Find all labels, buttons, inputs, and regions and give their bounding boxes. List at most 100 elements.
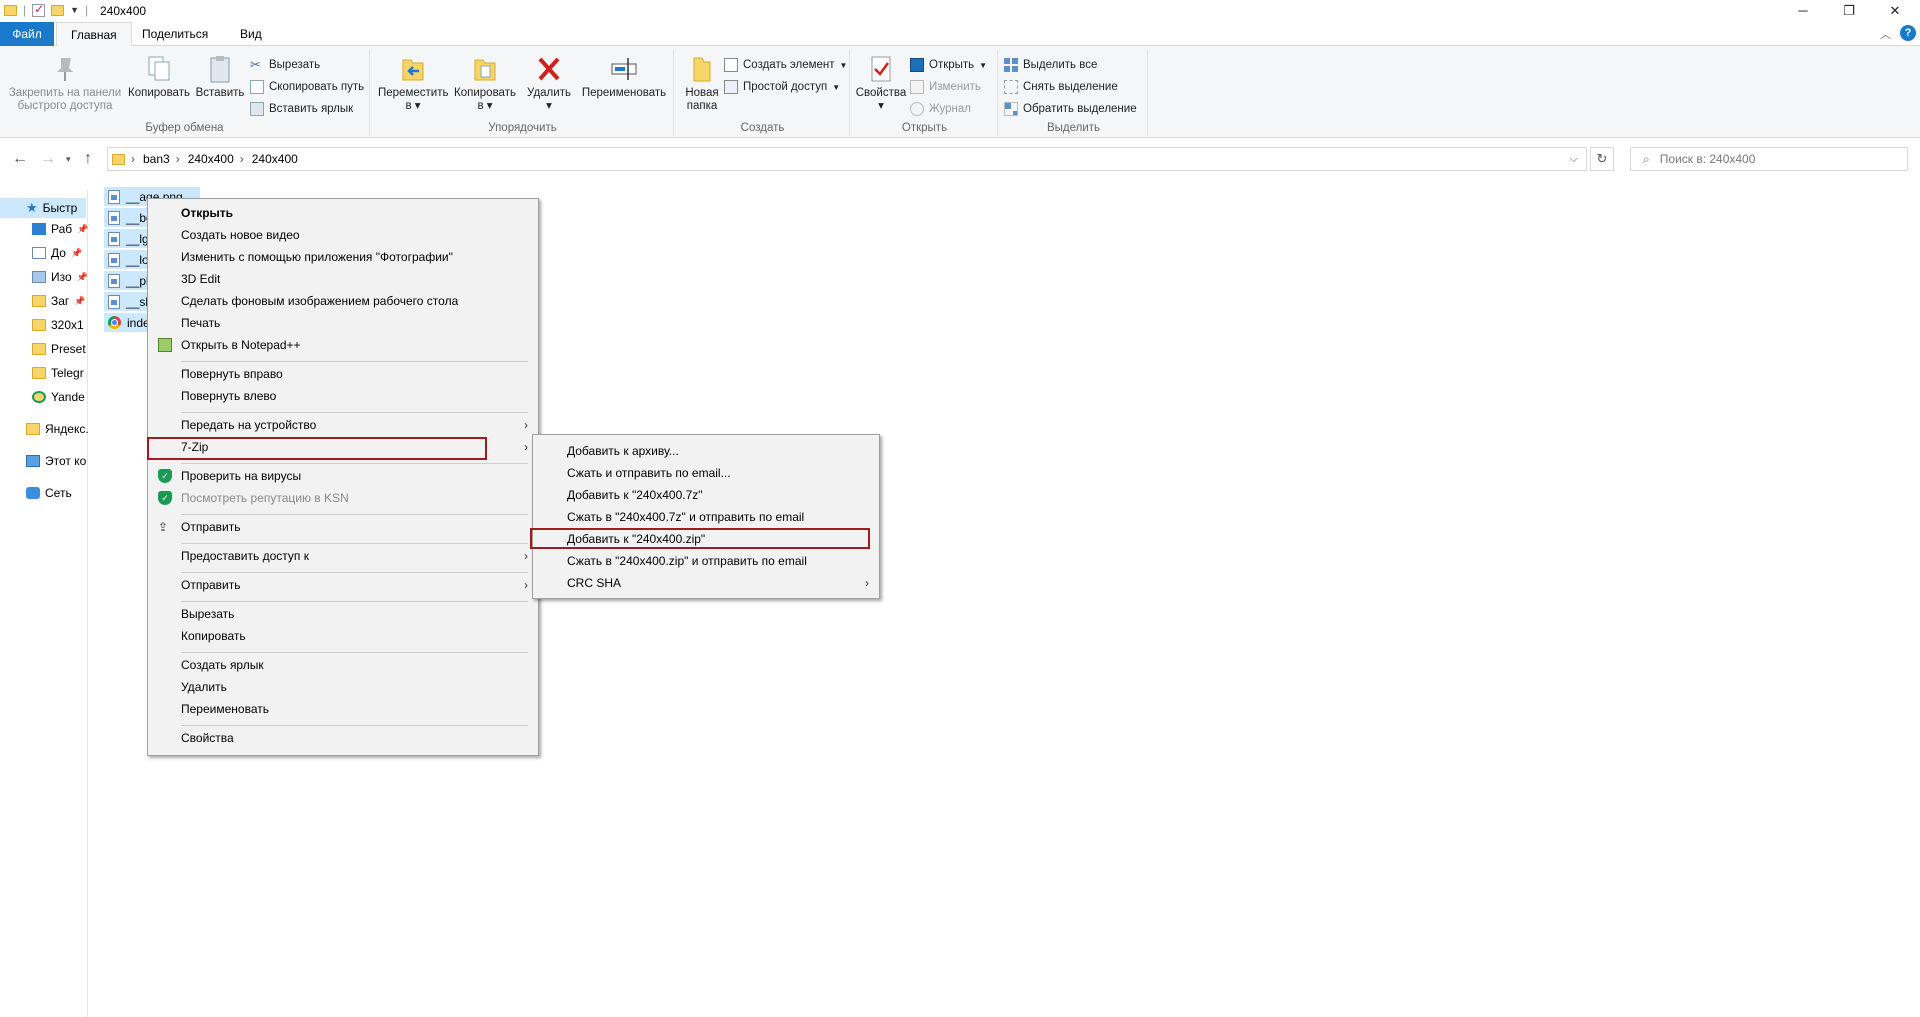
nav-item-desktop[interactable]: Раб 📌 [32, 222, 88, 236]
search-placeholder: Поиск в: 240x400 [1659, 152, 1756, 166]
kaspersky-shield-icon: ✓ [158, 491, 172, 505]
tab-home[interactable]: Главная [56, 22, 132, 47]
back-arrow-icon[interactable]: ← [12, 150, 28, 168]
select-all-button[interactable]: Выделить все [1004, 56, 1097, 74]
nav-item-folder[interactable]: Preset [32, 342, 86, 356]
notepadpp-icon [158, 338, 172, 352]
submenu-item-compress-7z-email[interactable]: Сжать в "240x400.7z" и отправить по emai… [533, 506, 879, 528]
ribbon-tabs: Файл Главная Поделиться Вид ︿ ? [0, 22, 1920, 47]
recent-locations-chevron-icon[interactable]: ▾ [66, 154, 71, 165]
menu-item-cast-to-device[interactable]: Передать на устройство › [148, 414, 538, 436]
menu-item-give-access[interactable]: Предоставить доступ к › [148, 545, 538, 567]
menu-item-rotate-right[interactable]: Повернуть вправо [148, 363, 538, 385]
new-item-button[interactable]: Создать элемент ▼ [724, 56, 847, 74]
tab-share[interactable]: Поделиться [128, 22, 222, 46]
collapse-ribbon-icon[interactable]: ︿ [1880, 26, 1891, 42]
submenu-item-add-7z[interactable]: Добавить к "240x400.7z" [533, 484, 879, 506]
invert-selection-button[interactable]: Обратить выделение [1004, 100, 1137, 118]
maximize-button[interactable]: ❐ [1826, 0, 1872, 22]
menu-item-rotate-left[interactable]: Повернуть влево [148, 385, 538, 407]
rename-icon [610, 54, 638, 84]
yandex-sync-icon [32, 391, 46, 403]
clipboard-group: Закрепить на панели быстрого доступа Коп… [0, 50, 370, 136]
move-to-icon [399, 54, 427, 84]
delete-x-icon [535, 54, 563, 84]
nav-item-documents[interactable]: До 📌 [32, 246, 82, 260]
tab-file[interactable]: Файл [0, 22, 54, 46]
address-bar[interactable]: › ban3 › 240x400 › 240x400 ⌵ [107, 147, 1587, 171]
forward-arrow-icon[interactable]: → [40, 150, 56, 168]
move-to-button[interactable]: Переместить в ▾ [378, 52, 448, 113]
menu-item-copy[interactable]: Копировать [148, 625, 538, 647]
properties-check-icon [867, 54, 895, 84]
copy-button[interactable]: Копировать [126, 52, 192, 100]
pin-quick-access-button[interactable]: Закрепить на панели быстрого доступа [6, 52, 124, 113]
menu-item-print[interactable]: Печать [148, 312, 538, 334]
customize-toolbar-chevron-icon[interactable]: ▼ [70, 5, 79, 15]
delete-button[interactable]: Удалить ▾ [522, 52, 576, 113]
properties-button[interactable]: Свойства ▾ [854, 52, 908, 113]
submenu-item-add-to-archive[interactable]: Добавить к архиву... [533, 440, 879, 462]
menu-item-open[interactable]: Открыть [148, 202, 538, 224]
menu-item-properties[interactable]: Свойства [148, 727, 538, 749]
properties-check-icon[interactable] [32, 2, 46, 17]
menu-item-scan-virus[interactable]: ✓ Проверить на вирусы [148, 465, 538, 487]
address-row: ← → ▾ ↑ › ban3 › 240x400 › 240x400 ⌵ ↻ ⌕… [0, 140, 1920, 178]
open-button[interactable]: Открыть ▼ [910, 56, 987, 74]
menu-item-notepadpp[interactable]: Открыть в Notepad++ [148, 334, 538, 356]
easy-access-button[interactable]: Простой доступ ▼ [724, 78, 840, 96]
address-history-chevron-icon[interactable]: ⌵ [1570, 153, 1578, 166]
menu-item-delete[interactable]: Удалить [148, 676, 538, 698]
menu-item-send-to[interactable]: Отправить › [148, 574, 538, 596]
menu-item-set-wallpaper[interactable]: Сделать фоновым изображением рабочего ст… [148, 290, 538, 312]
new-item-icon [724, 58, 738, 72]
refresh-icon[interactable]: ↻ [1590, 147, 1614, 171]
new-folder-button[interactable]: Новая папка [680, 52, 724, 113]
organize-group-label: Упорядочить [488, 122, 557, 134]
submenu-item-crc-sha[interactable]: CRC SHA › [533, 572, 879, 594]
pin-icon: 📌 [70, 247, 83, 258]
minimize-button[interactable]: ─ [1780, 0, 1826, 22]
nav-item-network[interactable]: Сеть [26, 486, 72, 500]
edit-button[interactable]: Изменить [910, 78, 981, 96]
menu-item-cut[interactable]: Вырезать [148, 603, 538, 625]
new-folder-icon[interactable] [51, 4, 65, 16]
folder-icon [32, 367, 46, 379]
close-button[interactable]: ✕ [1872, 0, 1918, 22]
nav-item-quick-access[interactable]: ★ Быстр [0, 198, 86, 218]
submenu-item-compress-zip-email[interactable]: Сжать в "240x400.zip" и отправить по ema… [533, 550, 879, 572]
history-button[interactable]: Журнал [910, 100, 971, 118]
menu-item-create-shortcut[interactable]: Создать ярлык [148, 654, 538, 676]
help-icon[interactable]: ? [1900, 25, 1916, 41]
search-input[interactable]: ⌕ Поиск в: 240x400 [1630, 147, 1908, 171]
open-image-icon [910, 58, 924, 72]
tab-view[interactable]: Вид [226, 22, 276, 46]
breadcrumb-item[interactable]: ban3 [143, 152, 170, 166]
paste-button[interactable]: Вставить [192, 52, 248, 100]
cut-button[interactable]: ✂ Вырезать [250, 56, 320, 74]
copy-to-button[interactable]: Копировать в ▾ [450, 52, 520, 113]
paste-shortcut-button[interactable]: Вставить ярлык [250, 100, 353, 118]
select-none-button[interactable]: Снять выделение [1004, 78, 1118, 96]
menu-item-rename[interactable]: Переименовать [148, 698, 538, 720]
menu-item-share[interactable]: ⇪ Отправить [148, 516, 538, 538]
copy-path-button[interactable]: Скопировать путь [250, 78, 364, 96]
menu-item-ksn-reputation[interactable]: ✓ Посмотреть репутацию в KSN [148, 487, 538, 509]
menu-item-create-video[interactable]: Создать новое видео [148, 224, 538, 246]
menu-item-edit-photos[interactable]: Изменить с помощью приложения "Фотографи… [148, 246, 538, 268]
breadcrumb-item[interactable]: 240x400 [188, 152, 234, 166]
nav-item-downloads[interactable]: Заг 📌 [32, 294, 86, 308]
nav-item-yandex[interactable]: Yande [32, 390, 85, 404]
up-arrow-icon[interactable]: ↑ [84, 150, 92, 168]
nav-item-this-pc[interactable]: Этот ко [26, 454, 86, 468]
submenu-item-compress-email[interactable]: Сжать и отправить по email... [533, 462, 879, 484]
menu-item-3d-edit[interactable]: 3D Edit [148, 268, 538, 290]
breadcrumb-item[interactable]: 240x400 [252, 152, 298, 166]
nav-item-yandex-disk[interactable]: Яндекс. [26, 422, 89, 436]
nav-item-pictures[interactable]: Изо 📌 [32, 270, 88, 284]
image-file-icon [108, 252, 120, 267]
window-title: 240x400 [100, 4, 147, 18]
nav-item-folder[interactable]: 320x1 [32, 318, 84, 332]
nav-item-folder[interactable]: Telegr [32, 366, 84, 380]
rename-button[interactable]: Переименовать [578, 52, 670, 100]
